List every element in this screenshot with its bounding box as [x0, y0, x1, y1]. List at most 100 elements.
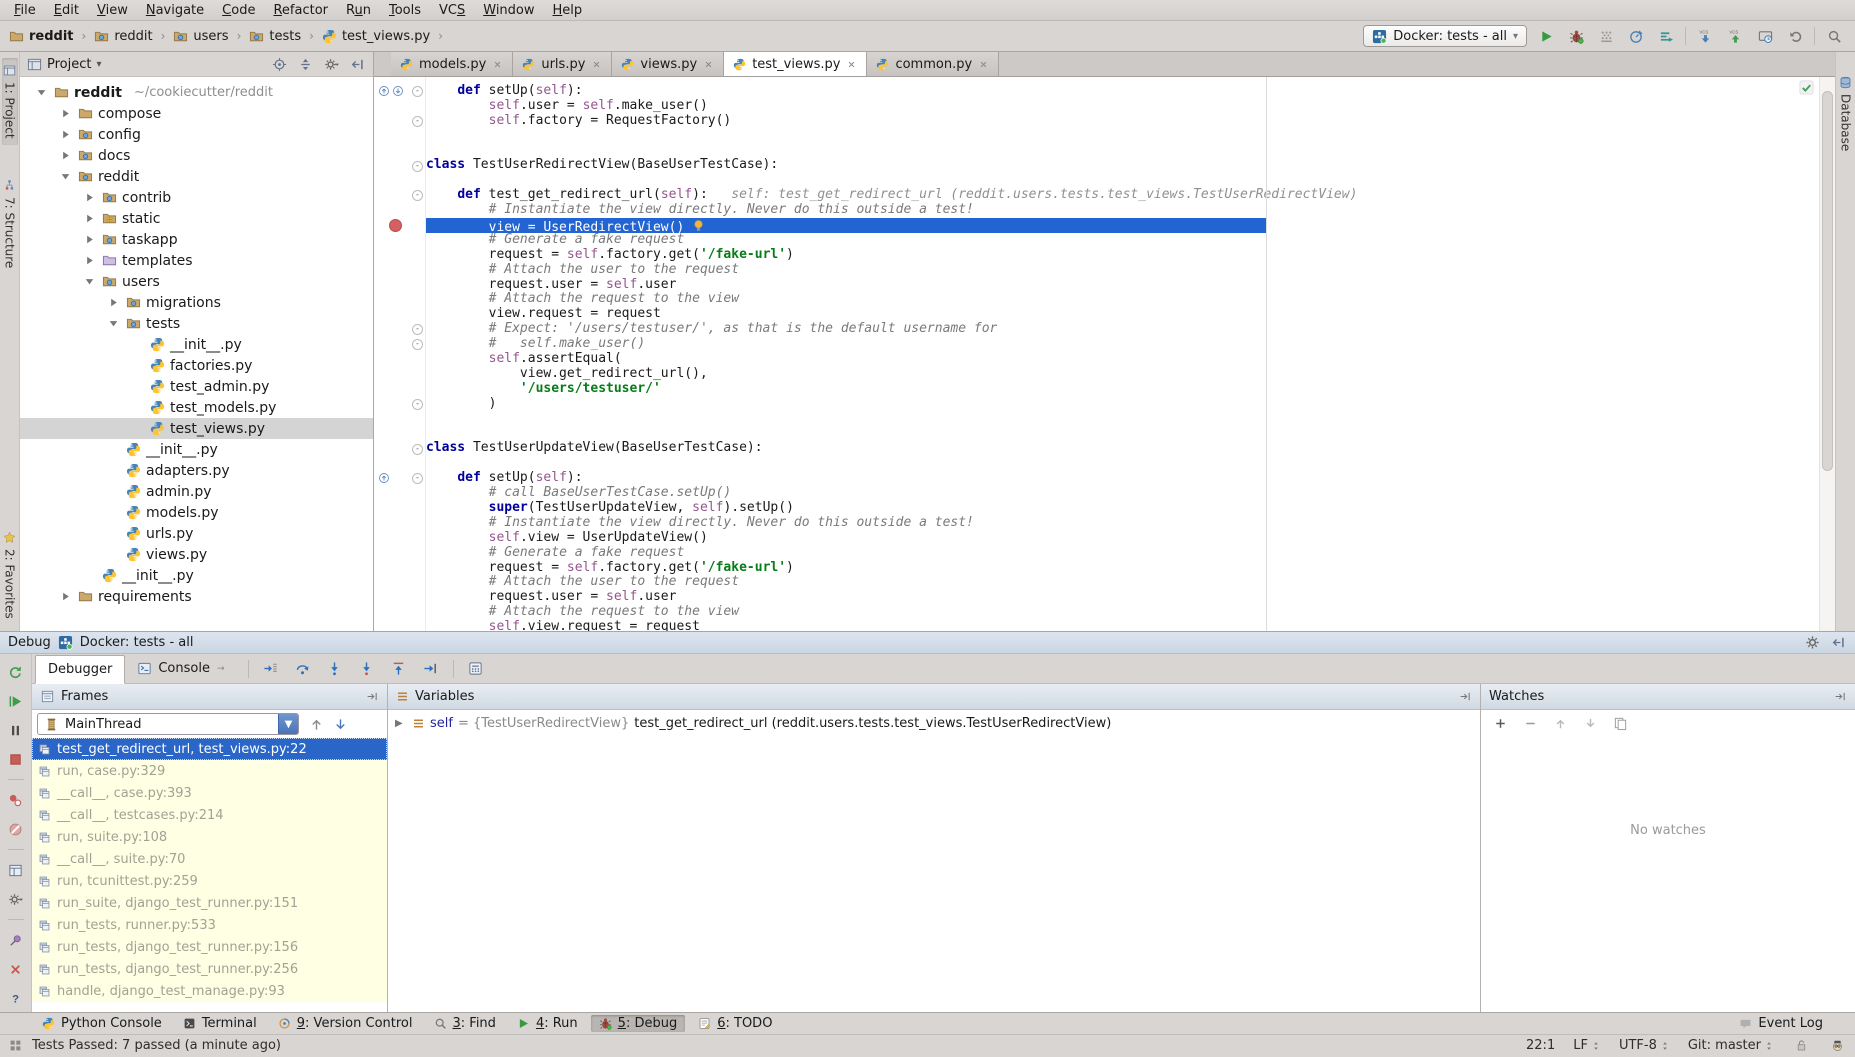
menu-code[interactable]: Code: [213, 1, 264, 20]
tree-item-__init__.py[interactable]: __init__.py: [20, 334, 373, 355]
show-execution-point-button[interactable]: [261, 659, 281, 679]
menu-window[interactable]: Window: [474, 1, 543, 20]
toolwindow-button-4-run[interactable]: 4: Run: [509, 1015, 586, 1032]
hide-panel-button[interactable]: [348, 55, 366, 73]
run-to-cursor-button[interactable]: [421, 659, 441, 679]
close-session-button[interactable]: [6, 959, 26, 979]
step-over-button[interactable]: [293, 659, 313, 679]
move-watch-up-button[interactable]: [1551, 715, 1569, 733]
fold-toggle-icon[interactable]: -: [412, 324, 423, 335]
code-editor[interactable]: - - - - - - - - - def setUp(self): self.user = s…: [374, 77, 1835, 631]
toolwindow-button-terminal[interactable]: Terminal: [175, 1015, 265, 1032]
stack-frame[interactable]: run_tests, runner.py:533: [32, 914, 387, 936]
collapse-arrow-icon[interactable]: [58, 169, 73, 184]
resume-button[interactable]: [6, 691, 26, 711]
collapse-arrow-icon[interactable]: [82, 274, 97, 289]
vcs-commit-button[interactable]: VCS: [1724, 25, 1746, 47]
fold-toggle-icon[interactable]: -: [412, 399, 423, 410]
expand-arrow-icon[interactable]: [82, 211, 97, 226]
menu-vcs[interactable]: VCS: [430, 1, 474, 20]
stack-frame[interactable]: run_tests, django_test_runner.py:256: [32, 958, 387, 980]
toolwindow-button-5-debug[interactable]: 5: Debug: [591, 1015, 686, 1032]
collapse-all-button[interactable]: [296, 55, 314, 73]
menu-file[interactable]: File: [5, 1, 45, 20]
toolwindow-button-event-log[interactable]: Event Log: [1731, 1015, 1831, 1032]
debugger-settings-button[interactable]: [6, 889, 26, 909]
step-out-button[interactable]: [389, 659, 409, 679]
editor-tab-views.py[interactable]: views.py: [612, 52, 724, 76]
help-button[interactable]: ?: [6, 988, 26, 1008]
project-view-title[interactable]: Project: [47, 57, 91, 72]
intention-bulb-icon[interactable]: [692, 219, 705, 232]
fold-toggle-icon[interactable]: -: [412, 473, 423, 484]
chevron-down-icon[interactable]: ▾: [96, 59, 101, 70]
fold-toggle-icon[interactable]: -: [412, 190, 423, 201]
editor-tab-urls.py[interactable]: urls.py: [513, 52, 612, 76]
caret-position[interactable]: 22:1: [1526, 1038, 1555, 1053]
run-with-coverage-button[interactable]: [1595, 25, 1617, 47]
stack-frame[interactable]: test_get_redirect_url, test_views.py:22: [32, 738, 387, 760]
expand-arrow-icon[interactable]: [82, 232, 97, 247]
fold-toggle-icon[interactable]: -: [412, 444, 423, 455]
debugger-tab-debugger[interactable]: Debugger: [35, 655, 125, 684]
debugger-tab-console[interactable]: Console→: [125, 654, 236, 683]
stack-frame[interactable]: run_suite, django_test_runner.py:151: [32, 892, 387, 914]
copy-watch-button[interactable]: [1611, 715, 1629, 733]
menu-help[interactable]: Help: [544, 1, 592, 20]
stack-frame[interactable]: run_tests, django_test_runner.py:156: [32, 936, 387, 958]
code-lines[interactable]: def setUp(self): self.user = self.make_u…: [426, 84, 1818, 631]
expand-arrow-icon[interactable]: [58, 127, 73, 142]
expand-arrow-icon[interactable]: [58, 148, 73, 163]
expand-arrow-icon[interactable]: [82, 253, 97, 268]
tree-item-test_views.py[interactable]: test_views.py: [20, 418, 373, 439]
variable-row[interactable]: ▶self = {TestUserRedirectView} test_get_…: [388, 712, 1480, 735]
stack-frame[interactable]: handle, django_test_manage.py:93: [32, 980, 387, 1002]
concurrency-diagram-button[interactable]: [1655, 25, 1677, 47]
encoding-widget[interactable]: UTF-8: [1619, 1038, 1670, 1053]
vcs-update-button[interactable]: VCS: [1694, 25, 1716, 47]
fold-toggle-icon[interactable]: -: [412, 116, 423, 127]
stripe-1-project[interactable]: 1: Project: [2, 58, 18, 145]
thread-selector[interactable]: MainThread ▼: [37, 713, 299, 735]
expand-arrow-icon[interactable]: [58, 589, 73, 604]
chevron-down-icon[interactable]: ▼: [278, 714, 298, 734]
menu-view[interactable]: View: [88, 1, 137, 20]
close-tab-icon[interactable]: [492, 59, 503, 70]
tree-item-requirements[interactable]: requirements: [20, 586, 373, 607]
readonly-lock-button[interactable]: [1792, 1035, 1810, 1057]
tree-item-reddit[interactable]: reddit~/cookiecutter/reddit: [20, 82, 373, 103]
debug-settings-button[interactable]: [1803, 634, 1821, 652]
collapse-arrow-icon[interactable]: [34, 85, 49, 100]
tree-item-test_models.py[interactable]: test_models.py: [20, 397, 373, 418]
breadcrumb-item[interactable]: reddit: [7, 27, 76, 46]
editor-tab-models.py[interactable]: models.py: [391, 52, 513, 76]
step-into-button[interactable]: [325, 659, 345, 679]
stack-frame[interactable]: __call__, case.py:393: [32, 782, 387, 804]
editor-tab-common.py[interactable]: common.py: [867, 52, 999, 76]
fold-toggle-icon[interactable]: -: [412, 161, 423, 172]
tree-item-__init__.py[interactable]: __init__.py: [20, 565, 373, 586]
step-into-my-code-button[interactable]: [357, 659, 377, 679]
move-watch-down-button[interactable]: [1581, 715, 1599, 733]
editor-scrollbar[interactable]: [1819, 77, 1835, 631]
previous-frame-button[interactable]: [307, 713, 325, 735]
line-separator-widget[interactable]: LF: [1573, 1038, 1601, 1053]
close-tab-icon[interactable]: [591, 59, 602, 70]
fold-toggle-icon[interactable]: -: [412, 86, 423, 97]
expand-arrow-icon[interactable]: ▶: [395, 718, 407, 729]
pause-button[interactable]: [6, 720, 26, 740]
breadcrumb-item[interactable]: reddit: [92, 27, 154, 46]
profiler-button[interactable]: [1625, 25, 1647, 47]
mute-breakpoints-button[interactable]: [6, 819, 26, 839]
inspector-hector-button[interactable]: [1828, 1035, 1846, 1057]
locate-button[interactable]: [270, 55, 288, 73]
restore-layout-button[interactable]: [6, 860, 26, 880]
tree-item-docs[interactable]: docs: [20, 145, 373, 166]
tree-item-users[interactable]: users: [20, 271, 373, 292]
toolwindow-button-python-console[interactable]: Python Console: [34, 1015, 170, 1032]
tree-item-templates[interactable]: templates: [20, 250, 373, 271]
rerun-button[interactable]: [6, 662, 26, 682]
fold-toggle-icon[interactable]: -: [412, 339, 423, 350]
menu-tools[interactable]: Tools: [380, 1, 430, 20]
breakpoint-icon[interactable]: [389, 219, 402, 232]
